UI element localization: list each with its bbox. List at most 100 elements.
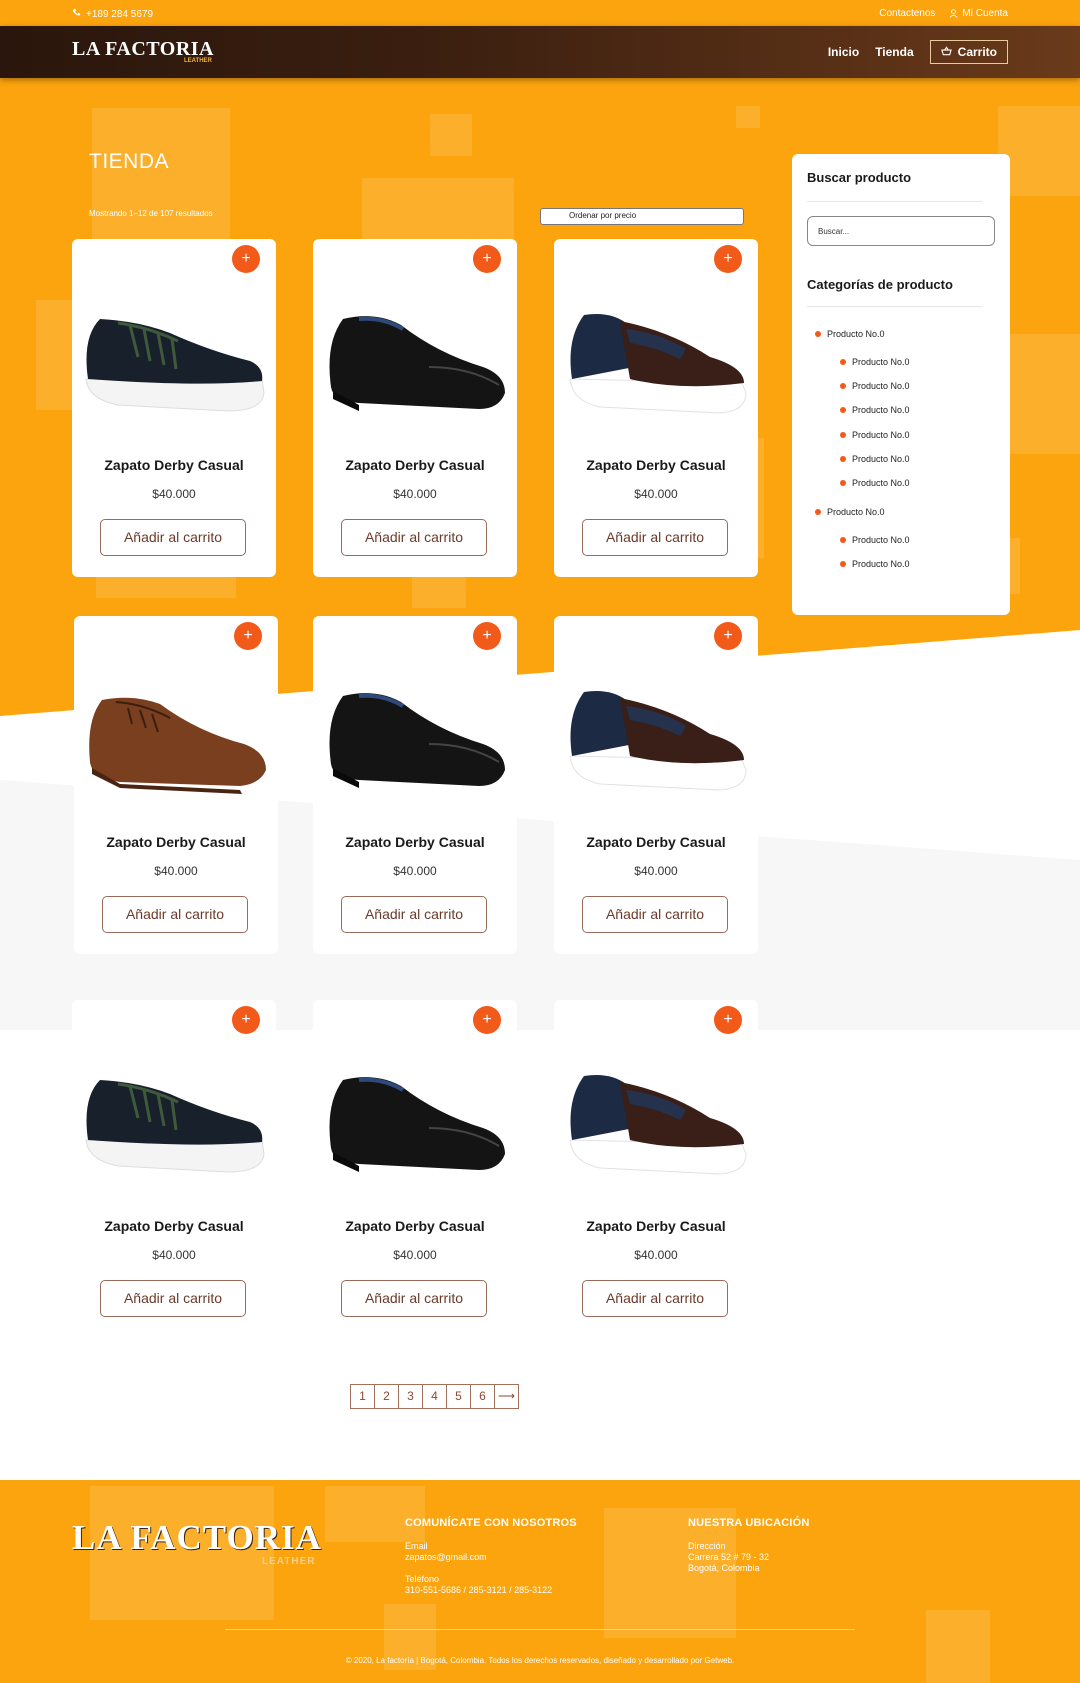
subcategory-item[interactable]: Producto No.0: [840, 454, 910, 464]
subcategory-item[interactable]: Producto No.0: [840, 381, 910, 391]
product-name[interactable]: Zapato Derby Casual: [554, 1218, 758, 1234]
product-image[interactable]: [78, 267, 270, 427]
bullet-icon: [840, 561, 846, 568]
product-name[interactable]: Zapato Derby Casual: [72, 1218, 276, 1234]
top-bar: +189 284 5679 Contactenos Mi Cuenta: [0, 0, 1080, 26]
product-price: $40.000: [393, 864, 437, 878]
product-card[interactable]: + Zapato Derby Casual $40.000 Añadir al car…: [554, 239, 758, 577]
account-link[interactable]: Mi Cuenta: [949, 8, 1008, 19]
search-input[interactable]: Buscar...: [807, 216, 995, 246]
product-image[interactable]: [560, 1028, 752, 1188]
product-image[interactable]: [319, 1028, 511, 1188]
subcategory-item[interactable]: Producto No.0: [840, 405, 910, 415]
product-image[interactable]: [560, 644, 752, 804]
product-name[interactable]: Zapato Derby Casual: [313, 457, 517, 473]
subcategory-item[interactable]: Producto No.0: [840, 535, 910, 545]
email-link[interactable]: zapatos@gmail.com: [405, 1552, 487, 1562]
product-name[interactable]: Zapato Derby Casual: [313, 1218, 517, 1234]
plus-icon[interactable]: +: [714, 622, 742, 650]
footer-logo[interactable]: LA FACTORIA LEATHER: [72, 1518, 322, 1567]
plus-icon[interactable]: +: [714, 1006, 742, 1034]
plus-icon[interactable]: +: [232, 1006, 260, 1034]
plus-icon[interactable]: +: [473, 622, 501, 650]
nav-shop[interactable]: Tienda: [875, 45, 913, 59]
plus-icon[interactable]: +: [234, 622, 262, 650]
product-image[interactable]: [560, 267, 752, 427]
category-item[interactable]: Producto No.0: [815, 507, 885, 517]
subcategory-item[interactable]: Producto No.0: [840, 478, 910, 488]
product-name[interactable]: Zapato Derby Casual: [554, 834, 758, 850]
add-to-cart-button[interactable]: Añadir al carrito: [582, 896, 728, 933]
plus-icon[interactable]: +: [473, 1006, 501, 1034]
categories-title: Categorías de producto: [807, 277, 953, 292]
product-image[interactable]: [319, 644, 511, 804]
plus-icon[interactable]: +: [714, 245, 742, 273]
add-to-cart-button[interactable]: Añadir al carrito: [582, 519, 728, 556]
plus-icon[interactable]: +: [473, 245, 501, 273]
product-name[interactable]: Zapato Derby Casual: [74, 834, 278, 850]
subcategory-label: Producto No.0: [852, 559, 910, 570]
user-icon: [949, 9, 958, 18]
product-card[interactable]: + Zapato Derby Casual $40.000 Añadir al car…: [72, 239, 276, 577]
page-1[interactable]: 1: [350, 1384, 375, 1409]
search-title: Buscar producto: [807, 170, 912, 185]
product-price: $40.000: [634, 1248, 678, 1262]
add-to-cart-button[interactable]: Añadir al carrito: [341, 1280, 487, 1317]
next-page-arrow-icon[interactable]: ⟶: [494, 1384, 519, 1409]
add-to-cart-button[interactable]: Añadir al carrito: [582, 1280, 728, 1317]
page-5[interactable]: 5: [446, 1384, 471, 1409]
divider: [807, 201, 982, 202]
phone-contact[interactable]: +189 284 5679: [72, 8, 153, 20]
product-card[interactable]: + Zapato Derby Casual $40.000 Añadir al car…: [554, 616, 758, 954]
product-name[interactable]: Zapato Derby Casual: [313, 834, 517, 850]
account-label: Mi Cuenta: [962, 8, 1008, 19]
product-name[interactable]: Zapato Derby Casual: [72, 457, 276, 473]
product-image[interactable]: [80, 644, 272, 804]
bullet-icon: [840, 455, 846, 462]
add-to-cart-button[interactable]: Añadir al carrito: [102, 896, 248, 933]
subcategory-item[interactable]: Producto No.0: [840, 430, 910, 440]
page-6[interactable]: 6: [470, 1384, 495, 1409]
category-label: Producto No.0: [827, 329, 885, 339]
brand-logo[interactable]: LA FACTORIA LEATHER: [72, 38, 215, 64]
footer-logo-subtitle: LEATHER: [262, 1556, 316, 1567]
add-to-cart-button[interactable]: Añadir al carrito: [341, 896, 487, 933]
phone-label: Teléfono: [405, 1574, 440, 1584]
product-price: $40.000: [152, 1248, 196, 1262]
subcategory-item[interactable]: Producto No.0: [840, 559, 910, 569]
address-line-2: Bogotá, Colombia: [688, 1563, 760, 1573]
product-card[interactable]: + Zapato Derby Casual $40.000 Añadir al car…: [74, 616, 278, 954]
pagination: 1 2 3 4 5 6 ⟶: [350, 1384, 519, 1409]
product-card[interactable]: + Zapato Derby Casual $40.000 Añadir al car…: [554, 1000, 758, 1338]
product-image[interactable]: [319, 267, 511, 427]
product-price: $40.000: [154, 864, 198, 878]
subcategory-label: Producto No.0: [852, 405, 910, 416]
product-card[interactable]: + Zapato Derby Casual $40.000 Añadir al car…: [313, 239, 517, 577]
category-item[interactable]: Producto No.0: [815, 329, 885, 339]
page-4[interactable]: 4: [422, 1384, 447, 1409]
add-to-cart-button[interactable]: Añadir al carrito: [100, 519, 246, 556]
product-card[interactable]: + Zapato Derby Casual $40.000 Añadir al car…: [313, 616, 517, 954]
page-3[interactable]: 3: [398, 1384, 423, 1409]
product-image[interactable]: [78, 1028, 270, 1188]
contact-link[interactable]: Contactenos: [879, 8, 935, 19]
nav-home[interactable]: Inicio: [828, 45, 859, 59]
bullet-icon: [815, 509, 821, 516]
plus-icon[interactable]: +: [232, 245, 260, 273]
category-label: Producto No.0: [827, 507, 885, 518]
subcategory-item[interactable]: Producto No.0: [840, 357, 910, 367]
bullet-icon: [840, 383, 846, 390]
email-label: Email: [405, 1541, 428, 1551]
sort-select[interactable]: Ordenar por precio: [540, 208, 744, 225]
add-to-cart-button[interactable]: Añadir al carrito: [341, 519, 487, 556]
page-2[interactable]: 2: [374, 1384, 399, 1409]
product-card[interactable]: + Zapato Derby Casual $40.000 Añadir al car…: [72, 1000, 276, 1338]
add-to-cart-button[interactable]: Añadir al carrito: [100, 1280, 246, 1317]
product-name[interactable]: Zapato Derby Casual: [554, 457, 758, 473]
logo-text: LA FACTORIA: [72, 38, 215, 60]
product-price: $40.000: [393, 487, 437, 501]
product-card[interactable]: + Zapato Derby Casual $40.000 Añadir al car…: [313, 1000, 517, 1338]
address-line-1: Carrera 52 # 79 - 32: [688, 1552, 770, 1562]
nav-cart-button[interactable]: Carrito: [929, 40, 1008, 64]
bullet-icon: [840, 407, 846, 414]
